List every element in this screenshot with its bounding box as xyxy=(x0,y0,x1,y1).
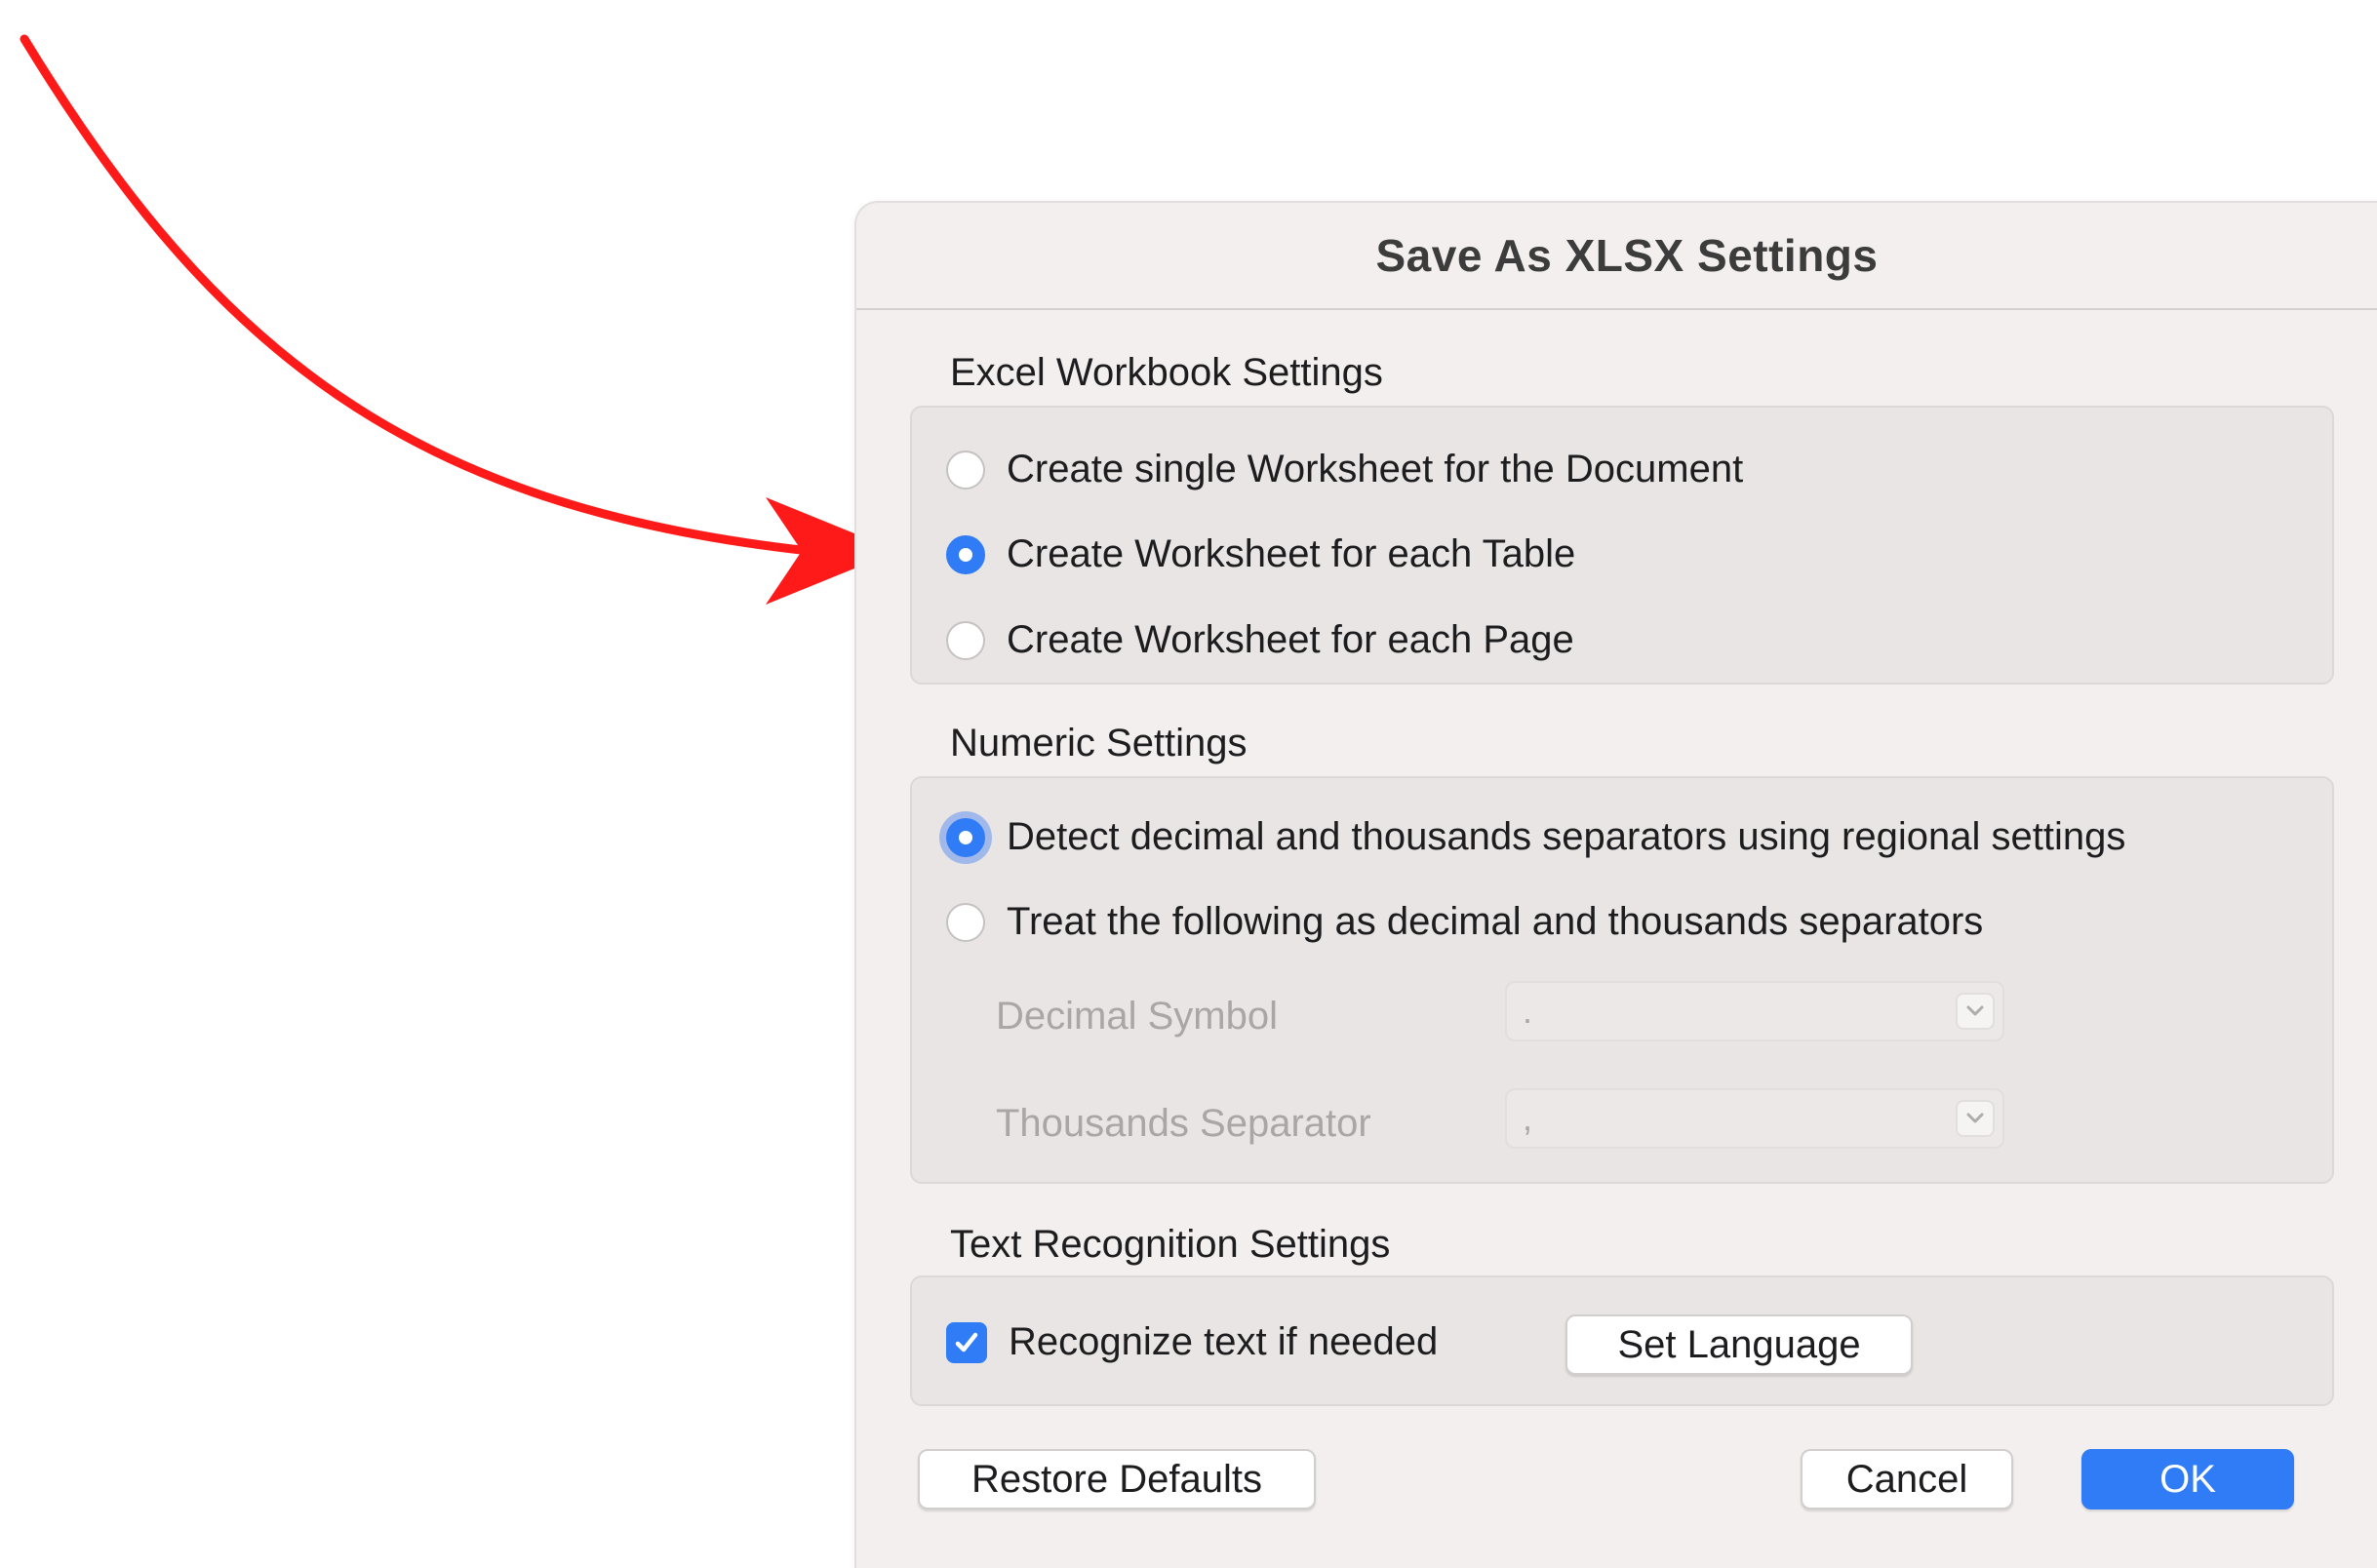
radio-detect-separators[interactable]: Detect decimal and thousands separators … xyxy=(946,815,2125,859)
chevron-down-icon xyxy=(1956,1100,1995,1137)
recognize-text-checkbox-row[interactable]: Recognize text if needed xyxy=(946,1320,1438,1364)
thousands-separator-select[interactable]: , xyxy=(1505,1088,2004,1149)
select-value: . xyxy=(1523,991,1533,1031)
workbook-settings-label: Excel Workbook Settings xyxy=(950,351,1383,394)
save-as-xlsx-dialog: Save As XLSX Settings Excel Workbook Set… xyxy=(856,203,2377,1568)
radio-label: Detect decimal and thousands separators … xyxy=(1007,815,2126,858)
radio-button[interactable] xyxy=(946,450,985,490)
text-recognition-label: Text Recognition Settings xyxy=(950,1223,1391,1266)
radio-label: Create Worksheet for each Page xyxy=(1007,618,1574,661)
restore-defaults-button[interactable]: Restore Defaults xyxy=(918,1449,1316,1509)
radio-label: Treat the following as decimal and thous… xyxy=(1007,900,1984,943)
numeric-settings-group: Detect decimal and thousands separators … xyxy=(910,776,2334,1184)
recognize-text-checkbox[interactable] xyxy=(946,1321,987,1363)
ok-button[interactable]: OK xyxy=(2081,1449,2294,1509)
radio-worksheet-each-page[interactable]: Create Worksheet for each Page xyxy=(946,618,1574,662)
workbook-settings-group: Create single Worksheet for the Document… xyxy=(910,406,2334,685)
checkbox-label: Recognize text if needed xyxy=(1009,1320,1439,1363)
thousands-separator-label: Thousands Separator xyxy=(996,1102,1371,1145)
decimal-symbol-label: Decimal Symbol xyxy=(996,995,1278,1038)
radio-label: Create single Worksheet for the Document xyxy=(1007,448,1744,490)
chevron-down-icon xyxy=(1956,993,1995,1030)
radio-single-worksheet[interactable]: Create single Worksheet for the Document xyxy=(946,448,1743,491)
decimal-symbol-select[interactable]: . xyxy=(1505,981,2004,1041)
radio-button-selected[interactable] xyxy=(946,817,985,857)
radio-custom-separators[interactable]: Treat the following as decimal and thous… xyxy=(946,900,1983,944)
set-language-button[interactable]: Set Language xyxy=(1565,1314,1913,1375)
dialog-titlebar: Save As XLSX Settings xyxy=(856,203,2377,310)
radio-button[interactable] xyxy=(946,902,985,942)
text-recognition-group: Recognize text if needed Set Language xyxy=(910,1275,2334,1406)
select-value: , xyxy=(1523,1098,1533,1138)
radio-button[interactable] xyxy=(946,620,985,660)
radio-label: Create Worksheet for each Table xyxy=(1007,532,1576,575)
radio-button-selected[interactable] xyxy=(946,534,985,574)
dialog-title: Save As XLSX Settings xyxy=(1375,230,1879,281)
cancel-button[interactable]: Cancel xyxy=(1801,1449,2013,1509)
numeric-settings-label: Numeric Settings xyxy=(950,722,1248,764)
radio-worksheet-each-table[interactable]: Create Worksheet for each Table xyxy=(946,532,1575,576)
